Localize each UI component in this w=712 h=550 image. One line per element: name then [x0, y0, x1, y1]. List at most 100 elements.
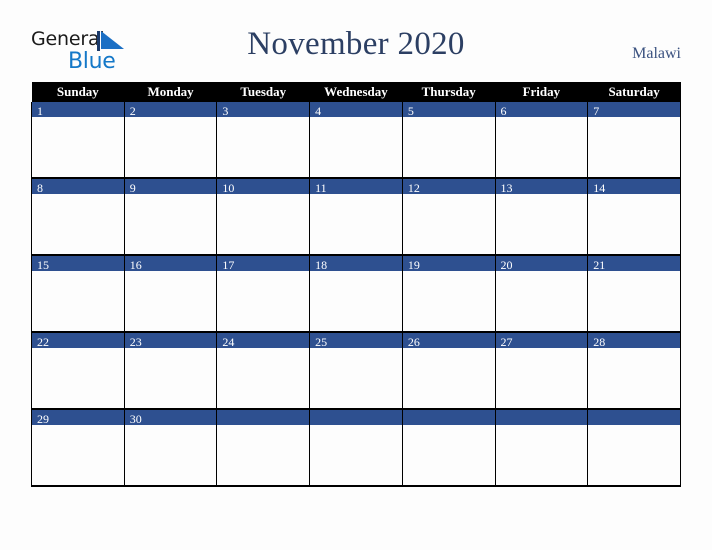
day-notes-area[interactable] [124, 194, 217, 254]
date-number: 2 [129, 104, 136, 118]
day-notes-area[interactable] [124, 348, 217, 408]
date-bar: 30 [124, 410, 217, 426]
day-notes-area[interactable] [310, 117, 402, 177]
calendar-grid: Sunday Monday Tuesday Wednesday Thursday… [31, 82, 681, 487]
day-notes-area[interactable] [588, 271, 680, 331]
day-notes-area[interactable] [495, 117, 588, 177]
date-number: 6 [500, 104, 507, 118]
day-notes-area[interactable] [495, 271, 588, 331]
day-notes-area[interactable] [217, 117, 310, 177]
day-notes-area[interactable] [402, 117, 495, 177]
day-notes-area[interactable] [402, 271, 495, 331]
calendar-day-cell[interactable]: 28 [587, 332, 681, 410]
calendar-day-cell[interactable]: 15 [31, 255, 125, 333]
day-notes-area[interactable] [124, 117, 217, 177]
calendar-day-cell[interactable]: 6 [494, 102, 589, 179]
date-number: 3 [222, 104, 229, 118]
day-notes-area[interactable] [402, 194, 495, 254]
calendar-day-cell[interactable]: 25 [309, 332, 403, 410]
calendar-day-cell-empty [216, 409, 311, 487]
date-number: 8 [37, 181, 43, 195]
day-notes-area[interactable] [310, 348, 402, 408]
day-notes-area[interactable] [217, 348, 310, 408]
day-notes-area [402, 425, 495, 485]
calendar-day-cell[interactable]: 27 [494, 332, 589, 410]
calendar-week-row: 8 9 10 11 12 13 14 [31, 178, 681, 256]
day-notes-area[interactable] [588, 348, 680, 408]
date-number: 30 [129, 412, 142, 426]
date-number: 1 [37, 104, 43, 118]
day-notes-area[interactable] [32, 117, 124, 177]
date-number: 9 [129, 181, 136, 195]
day-notes-area[interactable] [310, 194, 402, 254]
calendar-day-cell[interactable]: 4 [309, 102, 403, 179]
calendar-day-cell[interactable]: 19 [401, 255, 496, 333]
date-bar: 1 [32, 102, 124, 118]
date-number: 7 [593, 104, 600, 118]
date-bar: 19 [402, 256, 495, 272]
day-notes-area[interactable] [495, 194, 588, 254]
date-bar: 5 [402, 102, 495, 118]
day-notes-area[interactable] [124, 425, 217, 485]
calendar-day-cell[interactable]: 23 [123, 332, 218, 410]
date-number: 17 [222, 258, 235, 272]
calendar-day-cell[interactable]: 26 [401, 332, 496, 410]
calendar-day-cell[interactable]: 16 [123, 255, 218, 333]
calendar-day-cell[interactable]: 11 [309, 178, 403, 256]
calendar-day-cell[interactable]: 12 [401, 178, 496, 256]
date-number: 27 [500, 335, 513, 349]
calendar-day-cell[interactable]: 30 [123, 409, 218, 487]
day-notes-area[interactable] [217, 271, 310, 331]
calendar-day-cell[interactable]: 13 [494, 178, 589, 256]
day-notes-area [217, 425, 310, 485]
date-number: 14 [593, 181, 606, 195]
calendar-day-cell[interactable]: 3 [216, 102, 311, 179]
calendar-day-cell[interactable]: 8 [31, 178, 125, 256]
weekday-header-thursday: Thursday [402, 82, 496, 102]
date-bar: 27 [495, 333, 588, 349]
date-bar: 15 [32, 256, 124, 272]
calendar-day-cell[interactable]: 14 [587, 178, 681, 256]
calendar-week-row: 15 16 17 18 19 20 21 [31, 255, 681, 333]
date-bar: 22 [32, 333, 124, 349]
date-number: 29 [37, 412, 49, 426]
calendar-day-cell[interactable]: 22 [31, 332, 125, 410]
day-notes-area[interactable] [588, 117, 680, 177]
day-notes-area[interactable] [32, 194, 124, 254]
weekday-header-row: Sunday Monday Tuesday Wednesday Thursday… [31, 82, 681, 102]
calendar-day-cell[interactable]: 20 [494, 255, 589, 333]
date-bar: 24 [217, 333, 310, 349]
calendar-day-cell[interactable]: 7 [587, 102, 681, 179]
calendar-day-cell[interactable]: 18 [309, 255, 403, 333]
day-notes-area[interactable] [310, 271, 402, 331]
date-number: 13 [500, 181, 513, 195]
calendar-day-cell[interactable]: 24 [216, 332, 311, 410]
calendar-day-cell[interactable]: 29 [31, 409, 125, 487]
calendar-day-cell[interactable]: 21 [587, 255, 681, 333]
date-bar: 2 [124, 102, 217, 118]
day-notes-area[interactable] [217, 194, 310, 254]
calendar-day-cell[interactable]: 5 [401, 102, 496, 179]
weekday-header-saturday: Saturday [587, 82, 681, 102]
day-notes-area[interactable] [402, 348, 495, 408]
date-number: 25 [315, 335, 328, 349]
calendar-day-cell[interactable]: 1 [31, 102, 125, 179]
calendar-day-cell[interactable]: 10 [216, 178, 311, 256]
day-notes-area[interactable] [588, 194, 680, 254]
day-notes-area[interactable] [32, 271, 124, 331]
calendar-day-cell[interactable]: 17 [216, 255, 311, 333]
date-number: 5 [407, 104, 414, 118]
date-bar [588, 410, 680, 425]
day-notes-area[interactable] [32, 348, 124, 408]
calendar-day-cell[interactable]: 2 [123, 102, 218, 179]
calendar-week-row: 1 2 3 4 5 6 7 [31, 102, 681, 179]
date-bar: 23 [124, 333, 217, 349]
day-notes-area[interactable] [32, 425, 124, 485]
date-bar: 17 [217, 256, 310, 272]
weekday-header-tuesday: Tuesday [216, 82, 310, 102]
date-bar: 13 [495, 179, 588, 195]
calendar-day-cell[interactable]: 9 [123, 178, 218, 256]
day-notes-area[interactable] [124, 271, 217, 331]
day-notes-area[interactable] [495, 348, 588, 408]
date-bar: 25 [310, 333, 402, 349]
